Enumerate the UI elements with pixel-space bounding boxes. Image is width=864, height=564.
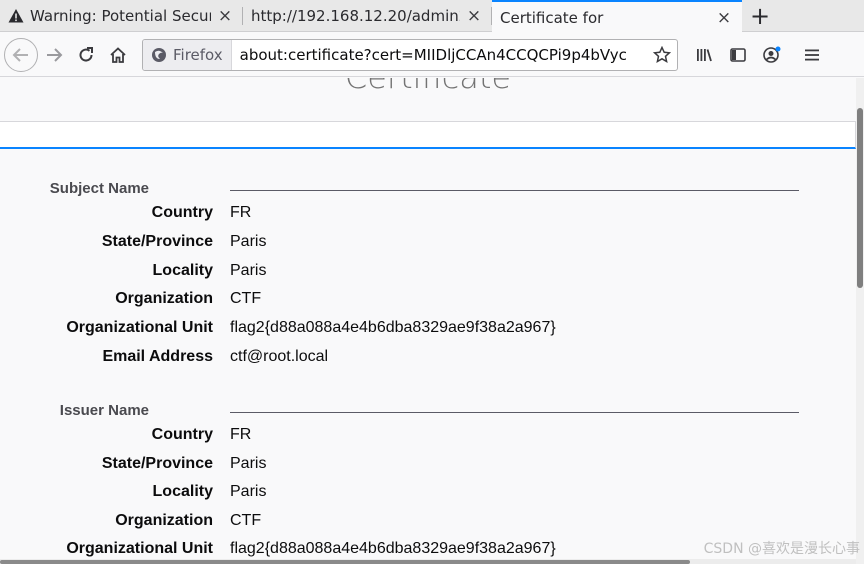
sidebar-button[interactable] [722,39,754,71]
certificate-tabs[interactable] [0,121,856,149]
horizontal-scrollbar[interactable] [0,559,856,564]
url-bar[interactable]: Firefox about:certificate?cert=MIIDljCCA… [142,38,678,71]
field-value: Paris [230,455,267,472]
field-label: Country [151,204,213,221]
vertical-scrollbar[interactable] [856,78,864,564]
tab-title: Warning: Potential Secur [30,7,211,25]
issuer-row-locality: Locality Paris [0,483,800,507]
nav-bar: Firefox about:certificate?cert=MIIDljCCA… [0,33,864,77]
field-label: Organizational Unit [66,540,213,557]
field-value: ctf@root.local [230,348,329,365]
issuer-name-section-header: Issuer Name [0,402,800,424]
field-value: flag2{d88a088a4e4b6dba8329ae9f38a2a967} [230,319,556,336]
certificate-page: Certificate Subject Name Country FR Stat… [0,78,856,564]
field-value: CTF [230,290,262,307]
field-label: State/Province [101,233,213,250]
subject-row-country: Country FR [0,204,800,228]
field-label: Locality [152,483,213,500]
url-text[interactable]: about:certificate?cert=MIIDljCCAn4CCQCPi… [232,46,647,64]
subject-name-section-header: Subject Name [0,180,800,202]
field-value: Paris [230,233,267,250]
tab-title: Certificate for [500,8,604,27]
field-label: Country [151,426,213,443]
tab-warning[interactable]: Warning: Potential Secur × [0,0,243,32]
forward-button[interactable] [38,39,70,71]
bookmark-star-button[interactable] [647,45,677,64]
close-icon[interactable]: × [714,8,734,28]
vertical-scrollbar-thumb[interactable] [857,108,863,288]
field-label: Locality [152,262,213,279]
identity-label: Firefox [173,45,223,64]
subject-row-state: State/Province Paris [0,233,800,257]
home-button[interactable] [102,39,134,71]
field-value: FR [230,426,252,443]
subject-name-heading: Subject Name [49,180,149,197]
divider [230,412,799,413]
issuer-name-heading: Issuer Name [59,402,149,419]
field-label: Email Address [102,348,213,365]
account-button[interactable] [756,39,788,71]
new-tab-button[interactable]: + [742,0,778,31]
tab-title: http://192.168.12.20/admin2 [251,7,460,25]
library-button[interactable] [688,39,720,71]
firefox-icon [152,47,166,62]
subject-row-email: Email Address ctf@root.local [0,348,800,372]
arrow-left-icon [12,47,28,62]
subject-row-locality: Locality Paris [0,262,800,286]
issuer-row-organization: Organization CTF [0,512,800,536]
tab-strip: Warning: Potential Secur × http://192.16… [0,0,864,33]
back-button[interactable] [4,37,38,72]
menu-button[interactable] [796,39,828,71]
star-icon [653,45,671,63]
identity-box[interactable]: Firefox [143,39,232,70]
reload-icon [79,46,93,62]
watermark: CSDN @喜欢是漫长心事 [703,541,860,557]
close-icon[interactable]: × [464,6,484,26]
arrow-right-icon [47,47,63,62]
subject-row-organizational-unit: Organizational Unit flag2{d88a088a4e4b6d… [0,319,800,343]
issuer-row-country: Country FR [0,426,800,450]
close-icon[interactable]: × [215,6,235,26]
field-value: FR [230,204,252,221]
field-value: Paris [230,483,267,500]
field-value: Paris [230,262,267,279]
library-icon [697,48,712,61]
issuer-row-state: State/Province Paris [0,455,800,479]
page-title: Certificate [0,78,856,96]
subject-row-organization: Organization CTF [0,290,800,314]
field-label: Organizational Unit [66,319,213,336]
reload-button[interactable] [70,39,102,71]
tab-admin[interactable]: http://192.168.12.20/admin2 × [243,0,492,32]
field-label: Organization [115,512,213,529]
tab-certificate[interactable]: Certificate for × [492,0,742,33]
hamburger-menu-icon [805,49,819,60]
field-value: flag2{d88a088a4e4b6dba8329ae9f38a2a967} [230,540,556,557]
field-label: Organization [115,290,213,307]
divider [230,190,799,191]
warning-icon [8,8,24,24]
horizontal-scrollbar-thumb[interactable] [0,560,690,564]
sidebar-icon [730,47,746,62]
home-icon [110,46,126,63]
field-value: CTF [230,512,262,529]
account-icon [763,46,781,63]
field-label: State/Province [101,455,213,472]
